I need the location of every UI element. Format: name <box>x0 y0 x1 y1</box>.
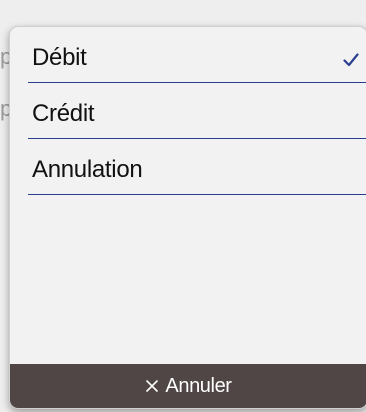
cancel-button[interactable]: Annuler <box>10 364 366 408</box>
close-icon <box>146 380 159 392</box>
option-annulation[interactable]: Annulation <box>28 139 366 195</box>
option-credit[interactable]: Crédit <box>28 83 366 139</box>
option-list: Débit Crédit Annulation <box>10 27 366 195</box>
checkmark-icon <box>343 53 359 67</box>
option-label: Annulation <box>32 156 143 183</box>
cancel-label: Annuler <box>165 374 232 397</box>
option-label: Crédit <box>32 100 95 127</box>
option-label: Débit <box>32 44 87 71</box>
option-debit[interactable]: Débit <box>28 27 366 83</box>
selection-popup: Débit Crédit Annulation Annuler <box>9 26 366 409</box>
